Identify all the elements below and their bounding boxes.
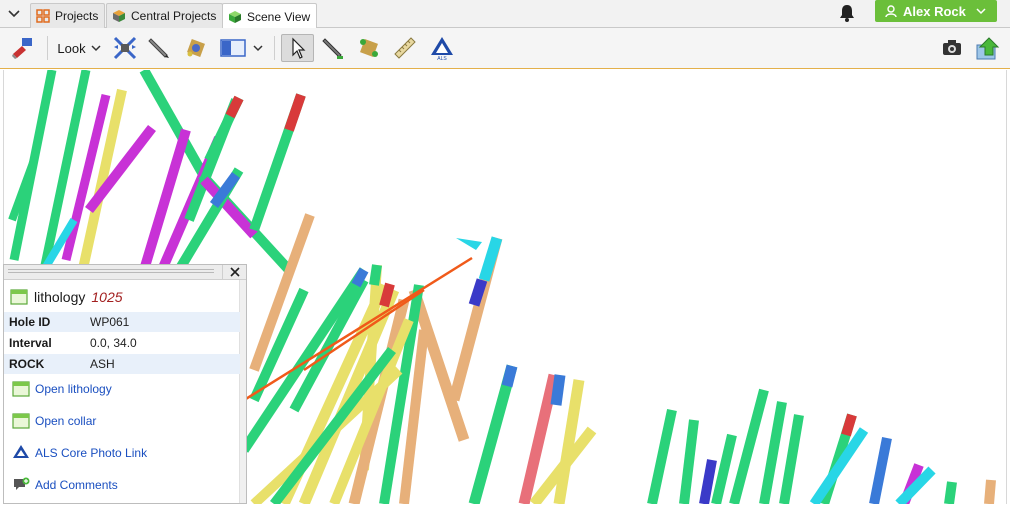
chevron-down-icon	[976, 7, 986, 14]
user-menu-button[interactable]: Alex Rock	[875, 0, 997, 22]
ruler-icon	[394, 37, 416, 59]
toolbar-divider	[47, 36, 48, 60]
link-label: Open lithology	[35, 382, 112, 396]
drillhole	[711, 433, 737, 504]
reset-view-icon	[12, 38, 32, 59]
attribute-row: ROCK ASH	[4, 354, 240, 374]
attribute-value: WP061	[90, 315, 130, 329]
gear-object-icon	[187, 39, 205, 57]
attribute-key: ROCK	[9, 357, 45, 371]
slice-icon	[113, 36, 137, 60]
layout-button[interactable]	[217, 34, 249, 62]
layout-icon	[220, 39, 246, 57]
attribute-value: 0.0, 34.0	[90, 336, 137, 350]
drag-grip[interactable]	[8, 269, 214, 275]
export-icon	[976, 37, 1000, 60]
bell-icon	[840, 5, 854, 22]
tab-projects[interactable]: Projects	[30, 3, 106, 28]
panel-header[interactable]	[4, 265, 246, 280]
comment-add-icon	[14, 477, 30, 490]
tab-central-projects[interactable]: Central Projects	[106, 3, 224, 28]
puzzle-icon	[360, 39, 378, 57]
drillhole	[468, 364, 518, 504]
table-icon	[12, 413, 30, 429]
draw-icon	[322, 38, 343, 59]
link-label: ALS Core Photo Link	[35, 446, 148, 460]
user-icon	[885, 4, 897, 17]
reset-view-button[interactable]	[8, 34, 38, 62]
gear-object-button[interactable]	[182, 34, 210, 62]
attribute-value: ASH	[90, 357, 115, 371]
pick-info-panel: lithology 1025 Hole ID WP061 Interval 0.…	[3, 264, 247, 504]
panel-scrollbar[interactable]	[239, 280, 246, 503]
open-collar-link[interactable]: Open collar	[12, 412, 96, 430]
drillhole	[984, 479, 996, 504]
attribute-row: Hole ID WP061	[4, 312, 240, 332]
tab-label: Projects	[55, 9, 99, 23]
slice-button[interactable]	[110, 34, 140, 62]
panel-title-number: 1025	[91, 289, 123, 305]
pen-icon	[148, 38, 169, 58]
drillhole	[647, 408, 677, 504]
table-icon	[12, 381, 30, 397]
drillhole-selected-band	[468, 278, 488, 307]
drillhole-selected-top	[478, 236, 503, 282]
table-icon	[10, 289, 28, 305]
layout-dropdown[interactable]	[250, 34, 266, 62]
tab-label: Scene View	[247, 9, 311, 24]
panel-title: lithology 1025	[10, 284, 123, 310]
add-comments-link[interactable]: Add Comments	[12, 476, 118, 494]
camera-icon	[943, 40, 961, 55]
link-label: Open collar	[35, 414, 97, 428]
look-dropdown[interactable]: Look	[54, 34, 104, 62]
scene-toolbar: Look ALS	[0, 28, 1010, 69]
central-projects-icon	[113, 10, 125, 22]
drillhole	[759, 401, 787, 504]
select-tool-button[interactable]	[281, 34, 314, 62]
open-lithology-link[interactable]: Open lithology	[12, 380, 112, 398]
draw-tool-button[interactable]	[319, 34, 347, 62]
link-label: Add Comments	[35, 478, 118, 492]
close-icon	[229, 267, 240, 277]
drillhole	[869, 437, 892, 504]
drillhole	[729, 388, 769, 504]
attribute-key: Hole ID	[9, 315, 51, 329]
tab-scene-view[interactable]: Scene View	[222, 3, 318, 29]
als-button[interactable]: ALS	[427, 34, 457, 62]
drillhole-red-tip	[284, 93, 306, 132]
drillhole	[779, 414, 804, 504]
close-panel-button[interactable]	[222, 265, 246, 279]
chevron-down-icon	[91, 44, 101, 51]
ruler-tool-button[interactable]	[391, 34, 419, 62]
tab-bar: Projects Central Projects Scene View Ale…	[0, 0, 1010, 29]
pick-cursor	[456, 238, 482, 250]
svg-text:ALS: ALS	[437, 56, 447, 61]
drillhole	[699, 459, 717, 504]
als-icon	[13, 445, 29, 458]
user-name: Alex Rock	[903, 3, 966, 19]
look-label: Look	[57, 40, 86, 56]
panel-body: lithology 1025 Hole ID WP061 Interval 0.…	[4, 280, 240, 503]
drillhole	[679, 419, 699, 504]
tab-list-dropdown[interactable]	[4, 3, 24, 25]
pen-button[interactable]	[145, 34, 173, 62]
toolbar-divider	[274, 36, 275, 60]
projects-icon	[36, 9, 50, 23]
tab-label: Central Projects	[131, 9, 217, 23]
attribute-key: Interval	[9, 336, 52, 350]
select-icon	[291, 37, 305, 59]
drillhole	[139, 128, 191, 272]
als-icon: ALS	[431, 37, 453, 61]
als-core-photo-link[interactable]: ALS Core Photo Link	[12, 444, 147, 462]
panel-title-label: lithology	[34, 289, 86, 305]
chevron-down-icon	[253, 44, 263, 51]
export-button[interactable]	[972, 34, 1002, 62]
notifications-button[interactable]	[838, 3, 856, 23]
attribute-row: Interval 0.0, 34.0	[4, 333, 240, 353]
scene-view-icon	[229, 10, 241, 23]
screenshot-button[interactable]	[938, 34, 966, 62]
puzzle-tool-button[interactable]	[355, 34, 383, 62]
chevron-down-icon	[8, 10, 20, 18]
drillhole	[944, 481, 957, 504]
